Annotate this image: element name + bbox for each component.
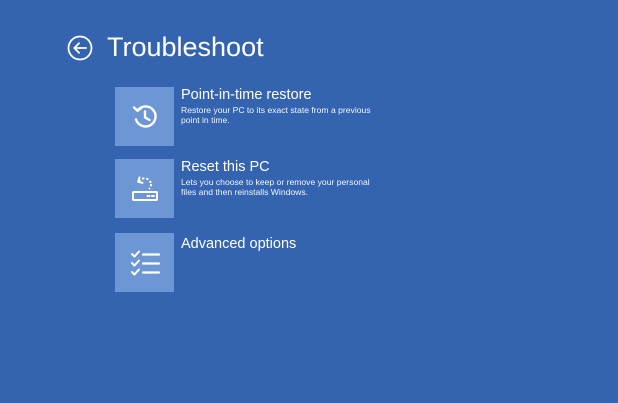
option-description: Restore your PC to its exact state from … [181, 105, 371, 126]
option-tile [115, 87, 174, 146]
checklist-icon [130, 250, 160, 275]
page-title: Troubleshoot [107, 32, 264, 62]
arrow-left-circle-icon [67, 35, 93, 61]
option-text: Reset this PC Lets you choose to keep or… [181, 159, 381, 198]
option-text: Advanced options [181, 233, 381, 253]
header: Troubleshoot [66, 30, 264, 64]
troubleshoot-screen: Troubleshoot Point-in-time restore Resto… [0, 0, 618, 403]
reset-pc-icon [131, 176, 158, 201]
history-clock-icon [132, 104, 157, 128]
option-text: Point-in-time restore Restore your PC to… [181, 87, 381, 126]
option-title: Reset this PC [181, 159, 270, 175]
back-button[interactable] [66, 34, 94, 62]
option-tile [115, 159, 174, 218]
option-description: Lets you choose to keep or remove your p… [181, 177, 370, 198]
option-title: Point-in-time restore [181, 87, 312, 103]
option-tile [115, 233, 174, 292]
option-title: Advanced options [181, 236, 297, 252]
